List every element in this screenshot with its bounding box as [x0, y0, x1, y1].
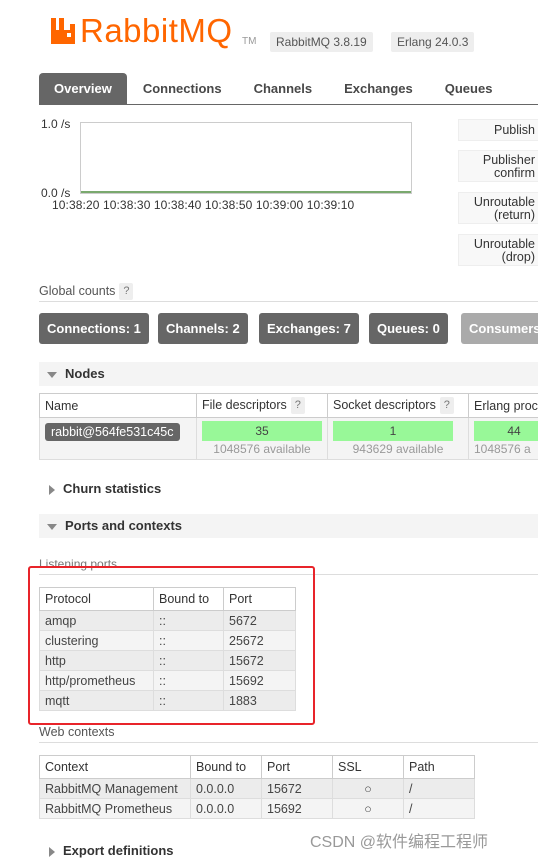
ports-contexts-toggle[interactable]: Ports and contexts	[39, 514, 538, 538]
highlight-annotation-box	[28, 566, 315, 725]
web-contexts-table: Context Bound to Port SSL Path RabbitMQ …	[39, 755, 475, 819]
nodes-table-wrap: Name File descriptors? Socket descriptor…	[39, 393, 538, 460]
logo-text[interactable]: RabbitMQ	[80, 12, 233, 50]
ssl-cell: ○	[332, 798, 404, 819]
help-icon[interactable]: ?	[119, 283, 134, 300]
legend-label: Publisher confirm	[482, 153, 535, 180]
legend-publisher-confirm[interactable]: Publisher confirm	[458, 150, 538, 182]
chart-x-tick: 10:38:30	[102, 198, 151, 212]
churn-statistics-toggle[interactable]: Churn statistics	[39, 477, 538, 501]
chart-x-tick: 10:38:20	[52, 198, 100, 212]
context-cell: RabbitMQ Management	[39, 778, 191, 799]
tab-exchanges[interactable]: Exchanges	[328, 73, 429, 104]
nodes-title: Nodes	[65, 366, 105, 381]
global-counts-label: Global counts?	[39, 283, 134, 300]
col-label: Erlang proc	[474, 398, 538, 413]
legend-label: Unroutable (return)	[473, 195, 535, 222]
erlang-version-badge: Erlang 24.0.3	[391, 32, 475, 52]
erlang-processes-cell: 44 1048576 a	[468, 417, 538, 460]
bound-to-cell: 0.0.0.0	[190, 778, 262, 799]
channels-count-button[interactable]: Channels: 2	[158, 313, 248, 344]
table-row: RabbitMQ Prometheus 0.0.0.0 15692 ○ /	[39, 798, 475, 819]
watermark: CSDN @软件编程工程师	[310, 834, 489, 851]
tab-queues[interactable]: Queues	[429, 73, 509, 104]
rabbitmq-logo-icon	[51, 18, 75, 44]
ssl-cell: ○	[332, 778, 404, 799]
col-name: Name	[39, 393, 197, 418]
legend-unroutable-drop[interactable]: Unroutable (drop)	[458, 234, 538, 266]
divider	[39, 742, 538, 743]
legend-unroutable-return[interactable]: Unroutable (return)	[458, 192, 538, 224]
chart-x-tick: 10:39:00	[255, 198, 304, 212]
chart-x-tick: 10:38:50	[204, 198, 253, 212]
table-row: RabbitMQ Management 0.0.0.0 15672 ○ /	[39, 778, 475, 799]
nodes-table: Name File descriptors? Socket descriptor…	[39, 393, 538, 460]
caret-down-icon	[47, 523, 57, 530]
tab-channels[interactable]: Channels	[238, 73, 329, 104]
help-icon[interactable]: ?	[439, 397, 454, 414]
col-port: Port	[261, 755, 333, 779]
erlang-processes-meter: 44	[474, 421, 538, 441]
col-label: Socket descriptors	[333, 397, 436, 412]
chart-x-tick: 10:39:10	[306, 198, 355, 212]
col-ssl: SSL	[332, 755, 404, 779]
col-erlang-processes: Erlang proc	[468, 393, 538, 418]
export-title: Export definitions	[63, 843, 174, 858]
ports-contexts-title: Ports and contexts	[65, 518, 183, 533]
socket-descriptors-meter: 1	[333, 421, 453, 441]
consumers-count-button[interactable]: Consumers	[461, 313, 538, 344]
tab-connections[interactable]: Connections	[127, 73, 238, 104]
tab-overview[interactable]: Overview	[39, 73, 127, 104]
churn-title: Churn statistics	[63, 481, 162, 496]
message-rates-chart	[80, 122, 412, 194]
caret-right-icon	[49, 484, 55, 495]
help-icon[interactable]: ?	[290, 397, 305, 414]
main-tabs: Overview Connections Channels Exchanges …	[39, 73, 508, 104]
node-name-cell: rabbit@564fe531c45c	[39, 417, 197, 460]
bound-to-cell: 0.0.0.0	[190, 798, 262, 819]
logo-trademark: TM	[242, 36, 257, 47]
caret-right-icon	[49, 846, 55, 857]
file-descriptors-available: 1048576 available	[213, 442, 311, 456]
col-path: Path	[403, 755, 475, 779]
chart-y-tick-max: 1.0 /s	[41, 117, 71, 131]
col-file-descriptors: File descriptors?	[196, 393, 328, 418]
socket-descriptors-available: 943629 available	[352, 442, 444, 456]
caret-down-icon	[47, 371, 57, 378]
col-context: Context	[39, 755, 191, 779]
chart-x-tick: 10:38:40	[153, 198, 202, 212]
legend-publish[interactable]: Publish	[458, 119, 538, 141]
file-descriptors-meter: 35	[202, 421, 322, 441]
col-socket-descriptors: Socket descriptors?	[327, 393, 469, 418]
chart-series-line	[81, 191, 411, 193]
col-bound-to: Bound to	[190, 755, 262, 779]
version-badge: RabbitMQ 3.8.19	[270, 32, 373, 52]
connections-count-button[interactable]: Connections: 1	[39, 313, 149, 344]
path-cell: /	[403, 778, 475, 799]
legend-label: Unroutable (drop)	[473, 237, 535, 264]
path-cell: /	[403, 798, 475, 819]
tab-underline	[39, 104, 538, 105]
port-cell: 15692	[261, 798, 333, 819]
port-cell: 15672	[261, 778, 333, 799]
queues-count-button[interactable]: Queues: 0	[369, 313, 448, 344]
col-label: Name	[45, 398, 79, 413]
node-link[interactable]: rabbit@564fe531c45c	[45, 423, 180, 441]
file-descriptors-cell: 35 1048576 available	[196, 417, 328, 460]
context-cell: RabbitMQ Prometheus	[39, 798, 191, 819]
col-label: File descriptors	[202, 397, 287, 412]
exchanges-count-button[interactable]: Exchanges: 7	[259, 313, 359, 344]
divider	[39, 301, 538, 302]
socket-descriptors-cell: 1 943629 available	[327, 417, 469, 460]
global-counts-title: Global counts	[39, 283, 116, 298]
chart-x-ticks: 10:38:20 10:38:30 10:38:40 10:38:50 10:3…	[52, 198, 354, 212]
erlang-processes-available: 1048576 a	[474, 442, 531, 456]
web-contexts-label: Web contexts	[39, 725, 115, 739]
nodes-section-toggle[interactable]: Nodes	[39, 362, 538, 386]
